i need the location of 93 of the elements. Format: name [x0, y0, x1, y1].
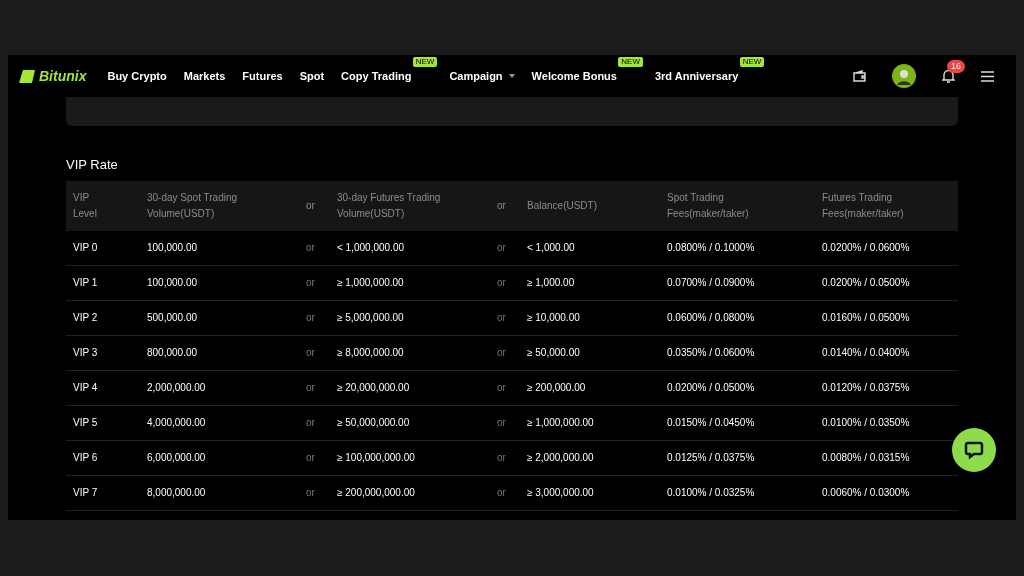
table-cell-text: 0.0200% / 0.0600%: [822, 241, 911, 255]
table-cell-text: ≥ 50,000,000.00: [337, 416, 411, 430]
chat-button[interactable]: [952, 428, 996, 472]
table-cell-text: VIP 5: [73, 416, 99, 430]
table-cell-text: ≥ 20,000,000.00: [337, 381, 411, 395]
nav-link[interactable]: Futures: [242, 67, 283, 85]
table-cell-text: or: [497, 346, 507, 360]
column-header: 30-day Futures Trading Volume(USDT): [337, 190, 442, 221]
table-cell-text: 0.0150% / 0.0450%: [667, 416, 756, 430]
table-cell-text: 500,000.00: [147, 311, 199, 325]
table-cell-text: or: [497, 311, 507, 325]
section-title: VIP Rate: [66, 156, 119, 174]
table-cell-text: 8,000,000.00: [147, 486, 207, 500]
table-cell-text: 2,000,000.00: [147, 381, 207, 395]
table-cell-text: 4,000,000.00: [147, 416, 207, 430]
table-cell-text: 0.0700% / 0.0900%: [667, 276, 756, 290]
table-cell-text: 0.0350% / 0.0600%: [667, 346, 756, 360]
table-cell-text: or: [306, 311, 316, 325]
table-cell-text: VIP 4: [73, 381, 99, 395]
table-cell-text: 0.0800% / 0.1000%: [667, 241, 756, 255]
table-cell-text: VIP 6: [73, 451, 99, 465]
table-cell-text: VIP 0: [73, 241, 99, 255]
brand-logo[interactable]: Bitunix: [39, 65, 87, 87]
table-cell-text: ≥ 100,000,000.00: [337, 451, 416, 465]
nav-link[interactable]: Copy Trading: [341, 67, 412, 85]
table-cell-text: ≥ 10,000.00: [527, 311, 581, 325]
new-badge: NEW: [739, 56, 765, 67]
table-cell-text: < 1,000,000.00: [337, 241, 405, 255]
nav-link[interactable]: Campaign: [449, 67, 503, 85]
table-cell-text: ≥ 2,000,000.00: [527, 451, 595, 465]
table-cell-text: VIP 7: [73, 486, 99, 500]
table-cell-text: or: [306, 346, 316, 360]
new-badge: NEW: [618, 56, 643, 67]
table-cell-text: VIP 1: [73, 276, 99, 290]
table-cell-text: ≥ 50,000.00: [527, 346, 581, 360]
table-cell-text: ≥ 5,000,000.00: [337, 311, 405, 325]
column-header: or: [497, 198, 507, 213]
table-cell-text: 0.0125% / 0.0375%: [667, 451, 756, 465]
nav-link[interactable]: Buy Crypto: [107, 67, 167, 85]
table-cell-text: 6,000,000.00: [147, 451, 207, 465]
nav-link[interactable]: Spot: [299, 67, 325, 85]
column-header: Spot Trading Fees(maker/taker): [667, 190, 750, 221]
table-cell-text: 0.0140% / 0.0400%: [822, 346, 911, 360]
table-cell-text: 0.0080% / 0.0315%: [822, 451, 911, 465]
column-header: 30-day Spot Trading Volume(USDT): [147, 190, 239, 221]
table-cell-text: ≥ 1,000,000.00: [527, 416, 595, 430]
menu-icon[interactable]: [981, 70, 994, 82]
table-cell-text: or: [497, 276, 507, 290]
table-cell-text: ≥ 8,000,000.00: [337, 346, 405, 360]
bell-icon[interactable]: [942, 69, 955, 83]
table-cell-text: 800,000.00: [147, 346, 199, 360]
table-cell-text: ≥ 1,000,000.00: [337, 276, 405, 290]
table-cell-text: 0.0200% / 0.0500%: [667, 381, 756, 395]
table-cell-text: 0.0060% / 0.0300%: [822, 486, 911, 500]
table-cell-text: 0.0120% / 0.0375%: [822, 381, 911, 395]
column-header: Balance(USDT): [527, 198, 599, 213]
table-cell-text: or: [306, 381, 316, 395]
table-cell-text: or: [306, 276, 316, 290]
nav-link[interactable]: Markets: [183, 67, 226, 85]
table-cell-text: or: [497, 416, 507, 430]
table-cell-text: 0.0600% / 0.0800%: [667, 311, 756, 325]
chat-icon: [964, 440, 984, 460]
column-header: VIP Level: [73, 190, 98, 221]
table-cell-text: or: [306, 486, 316, 500]
table-cell-text: 0.0100% / 0.0325%: [667, 486, 756, 500]
table-cell-text: 0.0200% / 0.0500%: [822, 276, 911, 290]
table-cell-text: VIP 2: [73, 311, 99, 325]
table-cell-text: or: [497, 486, 507, 500]
logo-icon: [19, 69, 35, 83]
new-badge: NEW: [412, 56, 438, 67]
table-cell-text: or: [497, 241, 507, 255]
avatar-icon[interactable]: [892, 64, 916, 88]
table-cell-text: ≥ 200,000,000.00: [337, 486, 416, 500]
table-cell-text: 100,000.00: [147, 241, 199, 255]
nav-link[interactable]: 3rd Anniversary: [654, 67, 739, 85]
nav-link[interactable]: Welcome Bonus: [531, 67, 617, 85]
table-cell-text: or: [497, 381, 507, 395]
table-cell-text: < 1,000.00: [527, 241, 576, 255]
notification-badge: 16: [947, 60, 965, 73]
column-header: Futures Trading Fees(maker/taker): [822, 190, 905, 221]
table-cell-text: 0.0100% / 0.0350%: [822, 416, 911, 430]
table-cell-text: ≥ 3,000,000.00: [527, 486, 595, 500]
table-cell-text: VIP 3: [73, 346, 99, 360]
column-header: or: [306, 198, 316, 213]
table-cell-text: or: [306, 241, 316, 255]
table-cell-text: 0.0160% / 0.0500%: [822, 311, 911, 325]
table-cell-text: or: [497, 451, 507, 465]
table-cell-text: ≥ 1,000.00: [527, 276, 576, 290]
table-cell-text: or: [306, 451, 316, 465]
table-cell-text: ≥ 200,000.00: [527, 381, 587, 395]
wallet-icon[interactable]: [853, 70, 866, 82]
table-cell-text: 100,000.00: [147, 276, 199, 290]
table-cell-text: or: [306, 416, 316, 430]
